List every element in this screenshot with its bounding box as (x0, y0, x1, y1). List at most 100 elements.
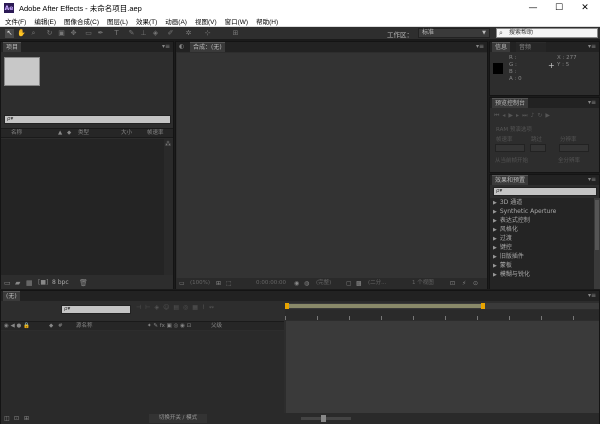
ram-preview-icon[interactable]: ▶ (545, 112, 553, 119)
toggle-pixel-icon[interactable]: ⊡ (450, 280, 455, 288)
time-stretch-icon[interactable]: ↭ (209, 304, 218, 311)
frame-rate-dropdown[interactable] (495, 144, 525, 152)
list-item[interactable]: ▶ Synthetic Aperture (493, 207, 556, 216)
ram-preview-dropdown[interactable]: RAM 预演选项 (496, 125, 532, 133)
resolution-dropdown[interactable]: (完整) (316, 278, 331, 289)
work-area-bar[interactable] (285, 303, 599, 309)
toggle-transfer-icon[interactable]: ⊡ (14, 415, 19, 423)
sort-icon[interactable]: ▲ (58, 129, 62, 138)
puppet-tool-icon[interactable]: ✲ (184, 29, 193, 38)
safe-area-icon[interactable]: ⊞ (216, 280, 221, 288)
list-item[interactable]: ▶ 表达式控制 (493, 216, 530, 225)
col-name-header[interactable]: 名称 (11, 129, 22, 138)
from-current-checkbox[interactable]: 从当前帧开始 (495, 156, 528, 164)
resolution-dropdown[interactable] (559, 144, 589, 152)
effects-search-input[interactable]: ρ▾ (493, 187, 597, 196)
maximize-button[interactable]: ☐ (546, 0, 572, 16)
switches-icons[interactable]: ✦ ✎ fx ▣ ◎ ◉ ⊡ (147, 322, 191, 331)
menu-help[interactable]: 帮助(H) (256, 16, 278, 26)
transparency-grid-icon[interactable]: ▩ (356, 280, 362, 288)
list-item[interactable]: ▶ 风格化 (493, 225, 518, 234)
tab-preview[interactable]: 预览控制台 (492, 98, 529, 108)
col-parent-header[interactable]: 父级 (211, 322, 222, 331)
view-dropdown[interactable]: (二分... (368, 278, 386, 289)
list-item[interactable]: ▶ 过渡 (493, 234, 512, 243)
help-search-input[interactable]: ⌕ 搜索帮助 (496, 28, 598, 38)
graph-editor-icon[interactable]: ⌇ (202, 304, 209, 311)
zoom-tool-icon[interactable]: ⌕ (29, 29, 38, 38)
panel-menu-icon[interactable]: ▾≡ (476, 43, 484, 50)
bpc-label[interactable]: 8 bpc (52, 278, 69, 288)
interpret-footage-icon[interactable]: ▭ (4, 279, 11, 287)
av-features-icons[interactable]: ◉ ◀ ● 🔒 (4, 322, 30, 331)
workspace-dropdown[interactable]: 标准 ▼ (418, 28, 490, 38)
tab-effects-presets[interactable]: 效果和预置 (492, 175, 529, 185)
menu-window[interactable]: 窗口(W) (225, 16, 248, 26)
tab-audio[interactable]: 音频 (516, 42, 546, 52)
bpc-icon[interactable]: [■] (38, 279, 48, 287)
pen-tool-icon[interactable]: ✒ (96, 29, 105, 38)
current-time-display[interactable]: 0:00:00:00 (256, 278, 286, 289)
text-tool-icon[interactable]: T (112, 29, 121, 38)
snap-icon[interactable]: ⊞ (231, 29, 240, 38)
col-size-header[interactable]: 大小 (121, 129, 132, 138)
selection-tool-icon[interactable]: ↖ (5, 29, 14, 38)
label-icon[interactable]: ◆ (67, 129, 71, 138)
region-of-interest-icon[interactable]: ▢ (346, 280, 352, 288)
list-item[interactable]: ▶ 模糊与锐化 (493, 270, 530, 279)
new-composition-icon[interactable]: ▦ (26, 279, 33, 287)
work-area-end-handle[interactable] (481, 303, 485, 309)
zoom-dropdown[interactable]: (100%) (190, 278, 210, 289)
project-search-input[interactable]: ρ▾ (4, 115, 171, 124)
tab-timeline-none[interactable]: (无) (3, 291, 20, 301)
project-scrollbar[interactable]: ⁂ (164, 139, 173, 275)
timeline-layer-list[interactable] (1, 331, 284, 413)
time-ruler[interactable] (285, 310, 599, 320)
brainstorm-icon[interactable]: ▦ (192, 304, 202, 311)
rotate-tool-icon[interactable]: ↻ (45, 29, 54, 38)
menu-file[interactable]: 文件(F) (5, 16, 26, 26)
menu-view[interactable]: 视图(V) (195, 16, 217, 26)
tab-project[interactable]: 项目 (3, 42, 22, 52)
menu-layer[interactable]: 图层(L) (107, 16, 128, 26)
draft-3d-icon[interactable]: ◈ (154, 304, 163, 311)
view-layout-dropdown[interactable]: 1 个视图 (412, 278, 434, 289)
layer-number-icon[interactable]: # (58, 322, 63, 331)
zoom-slider-thumb[interactable] (321, 415, 326, 422)
menu-edit[interactable]: 编辑(E) (34, 16, 56, 26)
composition-mini-flowchart-icon[interactable]: ⊣⊢ (136, 304, 154, 311)
effects-scrollbar-thumb[interactable] (595, 200, 599, 250)
frame-blending-icon[interactable]: ▤ (173, 304, 183, 311)
snapshot-icon[interactable]: ◉ (294, 280, 299, 288)
flowchart-icon[interactable]: ⁂ (165, 141, 171, 149)
list-item[interactable]: ▶ 旧版插件 (493, 252, 524, 261)
list-item[interactable]: ▶ 蒙板 (493, 261, 512, 270)
mask-tool-icon[interactable]: ▭ (84, 29, 93, 38)
clone-stamp-tool-icon[interactable]: ⊥ (139, 29, 148, 38)
exposure-icon[interactable]: ⊙ (473, 280, 478, 288)
menu-composition[interactable]: 图像合成(C) (64, 16, 99, 26)
camera-tool-icon[interactable]: ▣ (57, 29, 66, 38)
pan-behind-tool-icon[interactable]: ✥ (69, 29, 78, 38)
hand-tool-icon[interactable]: ✋ (17, 29, 26, 38)
skip-dropdown[interactable] (530, 144, 546, 152)
trash-icon[interactable]: 🗑 (79, 279, 88, 287)
zoom-slider[interactable] (301, 415, 351, 422)
hide-shy-layers-icon[interactable]: ☺ (163, 304, 173, 311)
timeline-graph-area[interactable] (286, 321, 599, 413)
label-icon[interactable]: ◆ (49, 322, 53, 331)
toggle-switches-modes-button[interactable]: 切换开关 / 模式 (149, 414, 207, 423)
list-item[interactable]: ▶ 3D 通道 (493, 198, 522, 207)
panel-menu-icon[interactable]: ▾≡ (588, 43, 596, 50)
always-preview-icon[interactable]: ▭ (179, 280, 185, 288)
roto-brush-tool-icon[interactable]: ✐ (166, 29, 175, 38)
new-folder-icon[interactable]: ▰ (15, 279, 20, 287)
full-screen-checkbox[interactable]: 全分辨率 (558, 156, 580, 164)
close-button[interactable]: ✕ (572, 0, 598, 16)
menu-effect[interactable]: 效果(T) (136, 16, 157, 26)
composition-viewer[interactable] (177, 53, 487, 278)
lock-icon[interactable]: ◐ (179, 43, 184, 51)
mask-visibility-icon[interactable]: ⬚ (226, 280, 232, 288)
motion-blur-icon[interactable]: ◎ (183, 304, 192, 311)
tab-info[interactable]: 信息 (492, 42, 511, 52)
